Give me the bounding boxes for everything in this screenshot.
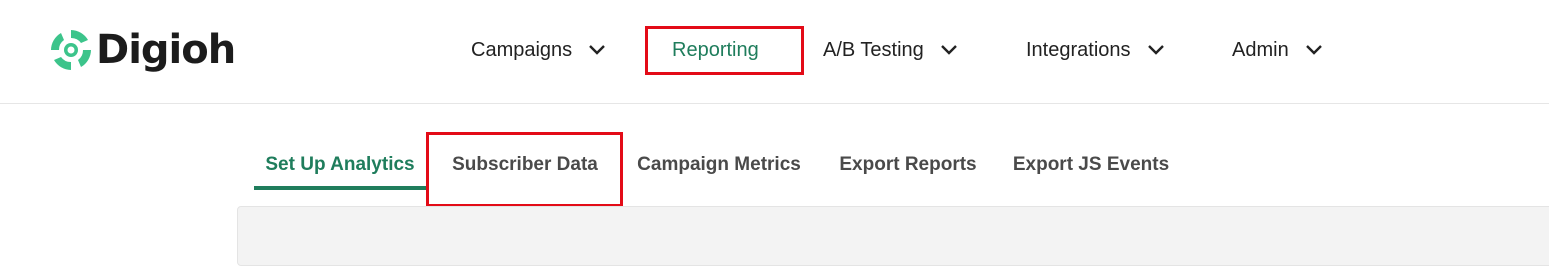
nav-campaigns-label: Campaigns	[471, 38, 573, 61]
nav-ab-testing-label: A/B Testing	[823, 38, 924, 61]
top-navbar: Digioh Campaigns Reporting A/B Testing I…	[0, 0, 1549, 104]
nav-campaigns[interactable]: Campaigns	[471, 30, 606, 70]
chevron-down-icon	[940, 45, 957, 55]
highlight-reporting	[645, 26, 804, 75]
tab-set-up-analytics[interactable]: Set Up Analytics	[254, 142, 426, 190]
tab-campaign-metrics-label: Campaign Metrics	[637, 154, 801, 175]
highlight-subscriber-data	[426, 132, 623, 207]
tab-set-up-analytics-label: Set Up Analytics	[265, 154, 415, 175]
brand-name: Digioh	[96, 27, 236, 73]
nav-ab-testing[interactable]: A/B Testing	[823, 30, 958, 70]
chevron-down-icon	[1147, 45, 1164, 55]
active-tab-underline	[254, 186, 426, 190]
nav-integrations-label: Integrations	[1026, 38, 1131, 61]
brand-logo[interactable]: Digioh	[48, 22, 236, 78]
tab-export-js-events-label: Export JS Events	[1012, 154, 1170, 175]
chevron-down-icon	[589, 45, 606, 55]
nav-admin-label: Admin	[1232, 38, 1289, 61]
chevron-down-icon	[1305, 45, 1322, 55]
tab-campaign-metrics[interactable]: Campaign Metrics	[632, 142, 806, 188]
nav-integrations[interactable]: Integrations	[1026, 30, 1165, 70]
tab-export-js-events[interactable]: Export JS Events	[1012, 142, 1170, 188]
digioh-swirl-icon	[51, 30, 91, 70]
tab-export-reports[interactable]: Export Reports	[838, 142, 978, 188]
nav-admin[interactable]: Admin	[1232, 30, 1323, 70]
content-panel	[237, 206, 1549, 266]
tab-export-reports-label: Export Reports	[839, 154, 977, 175]
